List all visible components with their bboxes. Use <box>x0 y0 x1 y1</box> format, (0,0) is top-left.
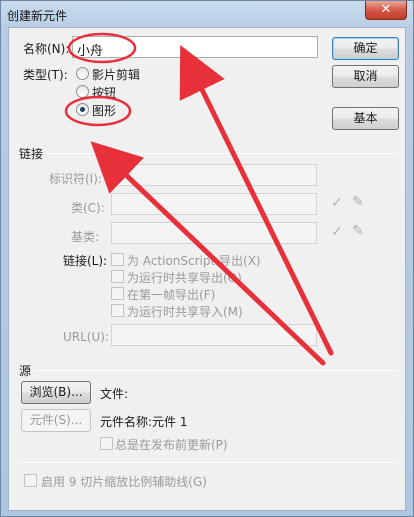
check-icon[interactable]: ✓ <box>331 224 343 240</box>
export-runtime-sharing-label: 为运行时共享导出(O) <box>127 271 242 285</box>
radio-movie-clip[interactable] <box>76 67 89 80</box>
export-first-frame-checkbox[interactable] <box>111 287 124 300</box>
linkage-label: 链接(L): <box>63 254 108 268</box>
radio-graphic[interactable] <box>76 103 89 116</box>
radio-button[interactable] <box>76 85 89 98</box>
symbol-name-label: 元件名称:元件 1 <box>100 415 188 429</box>
class-label: 类(C): <box>71 201 105 215</box>
identifier-label: 标识符(I): <box>49 172 102 186</box>
class-input[interactable] <box>111 193 317 215</box>
nine-slice-checkbox[interactable] <box>24 474 37 487</box>
dialog-body: 名称(N): 小舟 类型(T): 影片剪辑 按钮 图形 确定 取消 基本 链接 … <box>8 27 406 511</box>
footer-divider <box>19 462 397 463</box>
import-runtime-sharing-checkbox[interactable] <box>111 304 124 317</box>
title-bar: 创建新元件 ✕ <box>1 1 413 27</box>
close-button[interactable]: ✕ <box>365 1 407 20</box>
window-title: 创建新元件 <box>7 9 68 23</box>
basic-button[interactable]: 基本 <box>332 107 399 130</box>
base-class-label: 基类: <box>71 230 100 244</box>
name-label: 名称(N): <box>23 42 70 56</box>
file-label: 文件: <box>100 387 129 401</box>
symbol-button[interactable]: 元件(S)... <box>21 409 91 432</box>
radio-movie-clip-label[interactable]: 影片剪辑 <box>92 66 140 83</box>
cancel-button[interactable]: 取消 <box>332 65 399 88</box>
pencil-icon[interactable]: ✎ <box>352 194 364 210</box>
dialog-window: 创建新元件 ✕ 名称(N): 小舟 类型(T): 影片剪辑 按钮 图形 确定 取… <box>0 0 414 517</box>
url-input[interactable] <box>111 324 317 346</box>
pencil-icon[interactable]: ✎ <box>352 223 364 239</box>
always-update-label: 总是在发布前更新(P) <box>115 438 228 452</box>
export-runtime-sharing-checkbox[interactable] <box>111 270 124 283</box>
linkage-divider <box>47 153 397 154</box>
source-divider <box>35 370 397 371</box>
radio-button-label[interactable]: 按钮 <box>92 84 116 101</box>
nine-slice-label: 启用 9 切片缩放比例辅助线(G) <box>41 475 207 489</box>
type-label: 类型(T): <box>23 68 68 82</box>
browse-button[interactable]: 浏览(B)... <box>21 381 91 404</box>
base-class-input[interactable] <box>111 222 317 244</box>
identifier-input[interactable] <box>111 164 317 186</box>
linkage-section-title: 链接 <box>19 147 44 161</box>
url-label: URL(U): <box>63 330 109 344</box>
always-update-checkbox[interactable] <box>100 437 113 450</box>
check-icon[interactable]: ✓ <box>331 195 343 211</box>
ok-button[interactable]: 确定 <box>332 37 399 60</box>
source-section-title: 源 <box>19 364 32 378</box>
radio-graphic-label[interactable]: 图形 <box>92 102 116 119</box>
export-actionscript-checkbox[interactable] <box>111 253 124 266</box>
name-input[interactable]: 小舟 <box>72 36 318 59</box>
import-runtime-sharing-label: 为运行时共享导入(M) <box>127 305 243 319</box>
export-actionscript-label: 为 ActionScript 导出(X) <box>127 254 261 268</box>
export-first-frame-label: 在第一帧导出(F) <box>127 288 216 302</box>
